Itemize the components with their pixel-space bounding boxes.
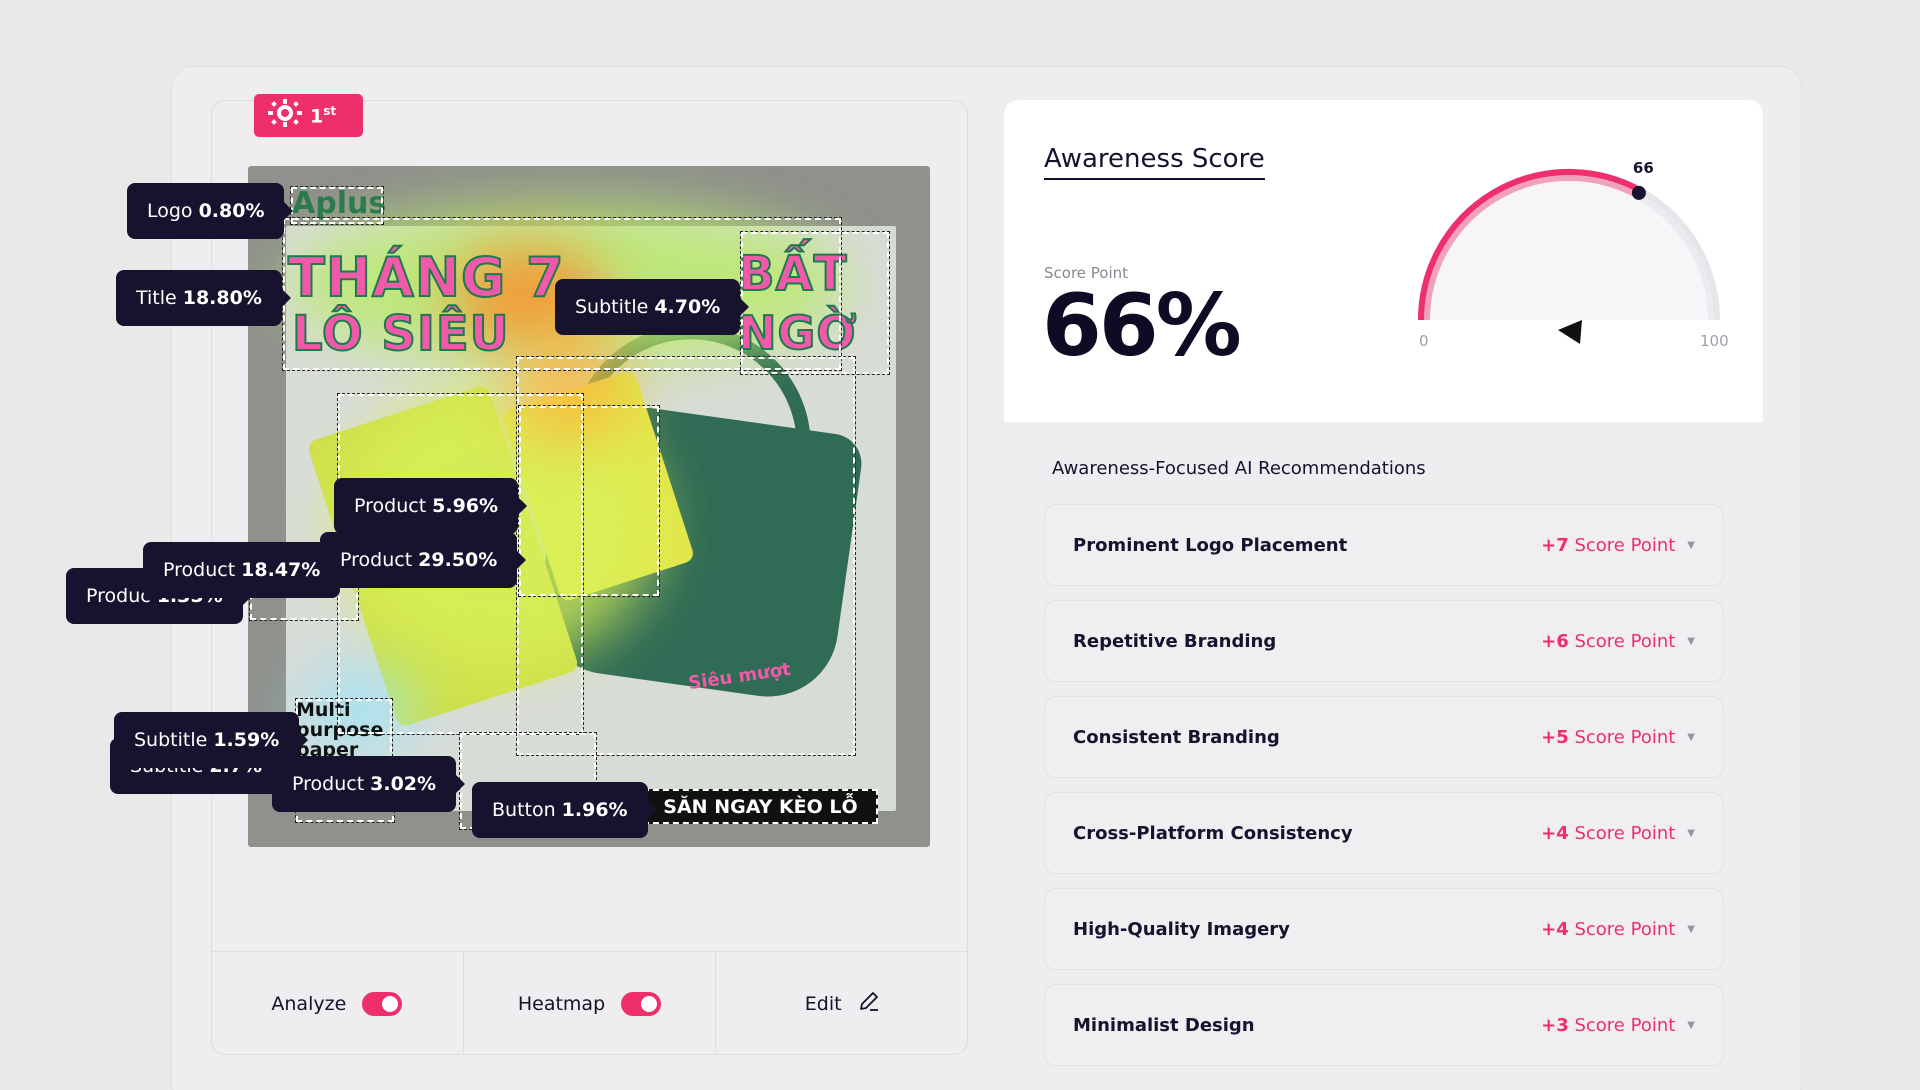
score-gauge: 66 0 100 xyxy=(1418,159,1729,350)
detection-box-subtitle xyxy=(740,231,890,375)
analyze-label: Analyze xyxy=(271,992,347,1015)
recommendations-card: Awareness-Focused AI Recommendations Pro… xyxy=(1004,422,1763,1090)
chevron-down-icon[interactable]: ▼ xyxy=(1687,924,1695,935)
tag-title[interactable]: Title 18.80% xyxy=(116,270,291,326)
analyze-control: Analyze xyxy=(211,952,464,1055)
recommendation-name: Prominent Logo Placement xyxy=(1073,534,1348,556)
tag-product-3[interactable]: Product 3.02% xyxy=(272,756,466,812)
tag-subtitle[interactable]: Subtitle 4.70% xyxy=(555,279,750,335)
recommendation-name: Repetitive Branding xyxy=(1073,630,1277,652)
sun-medal-icon xyxy=(268,99,302,132)
analyze-toggle[interactable] xyxy=(362,991,403,1016)
tag-button[interactable]: Button 1.96% xyxy=(472,782,657,838)
cursor-arrow-icon xyxy=(1558,320,1582,344)
chevron-down-icon[interactable]: ▼ xyxy=(1687,636,1695,647)
chevron-down-icon[interactable]: ▼ xyxy=(1687,1020,1695,1031)
recommendation-name: Consistent Branding xyxy=(1073,726,1280,748)
gauge-min-label: 0 xyxy=(1419,332,1429,350)
tag-subtitle-1[interactable]: Subtitle 1.59% xyxy=(114,712,309,768)
recommendation-points: +5 Score Point xyxy=(1541,726,1676,748)
gauge-inner xyxy=(1424,175,1714,320)
recommendations-heading: Awareness-Focused AI Recommendations xyxy=(1052,458,1426,479)
gauge-max-label: 100 xyxy=(1700,332,1729,350)
recommendation-item[interactable]: Repetitive Branding +6 Score Point ▼ xyxy=(1044,600,1724,682)
gauge-value-label: 66 xyxy=(1633,159,1654,177)
edit-button[interactable]: Edit xyxy=(716,952,968,1055)
recommendation-item[interactable]: Prominent Logo Placement +7 Score Point … xyxy=(1044,504,1724,586)
tag-product-5[interactable]: Product 5.96% xyxy=(334,478,528,534)
tag-product-18[interactable]: Product 18.47% xyxy=(143,542,350,598)
recommendation-item[interactable]: Consistent Branding +5 Score Point ▼ xyxy=(1044,696,1724,778)
awareness-score-card: Awareness Score Score Point 66% 66 0 100 xyxy=(1004,100,1763,422)
tag-logo[interactable]: Logo 0.80% xyxy=(127,183,294,239)
recommendation-name: Cross-Platform Consistency xyxy=(1073,822,1353,844)
detection-box-product xyxy=(518,405,660,597)
score-value: 66% xyxy=(1042,276,1242,376)
preview-toolbar: Analyze Heatmap Edit xyxy=(211,951,968,1055)
recommendation-name: Minimalist Design xyxy=(1073,1014,1255,1036)
score-title: Awareness Score xyxy=(1044,144,1265,180)
recommendation-points: +7 Score Point xyxy=(1541,534,1676,556)
rank-text: 1st xyxy=(310,103,337,128)
recommendation-item[interactable]: Cross-Platform Consistency +4 Score Poin… xyxy=(1044,792,1724,874)
tag-product-29[interactable]: Product 29.50% xyxy=(320,532,527,588)
gauge-marker xyxy=(1631,185,1646,200)
heatmap-toggle[interactable] xyxy=(621,991,662,1016)
recommendation-name: High-Quality Imagery xyxy=(1073,918,1290,940)
chevron-down-icon[interactable]: ▼ xyxy=(1687,540,1695,551)
rank-badge: 1st xyxy=(254,94,363,137)
recommendation-item[interactable]: High-Quality Imagery +4 Score Point ▼ xyxy=(1044,888,1724,970)
heatmap-label: Heatmap xyxy=(517,992,606,1015)
recommendation-item[interactable]: Minimalist Design +3 Score Point ▼ xyxy=(1044,984,1724,1066)
recommendation-points: +4 Score Point xyxy=(1541,822,1676,844)
recommendation-points: +6 Score Point xyxy=(1541,630,1676,652)
ad-cta-button[interactable]: SĂN NGAY KÈO LỖ xyxy=(643,789,878,824)
edit-label: Edit xyxy=(804,992,842,1015)
recommendation-points: +3 Score Point xyxy=(1541,1014,1676,1036)
recommendation-points: +4 Score Point xyxy=(1541,918,1676,940)
chevron-down-icon[interactable]: ▼ xyxy=(1687,732,1695,743)
chevron-down-icon[interactable]: ▼ xyxy=(1687,828,1695,839)
pencil-icon xyxy=(858,990,880,1017)
heatmap-control: Heatmap xyxy=(464,952,717,1055)
